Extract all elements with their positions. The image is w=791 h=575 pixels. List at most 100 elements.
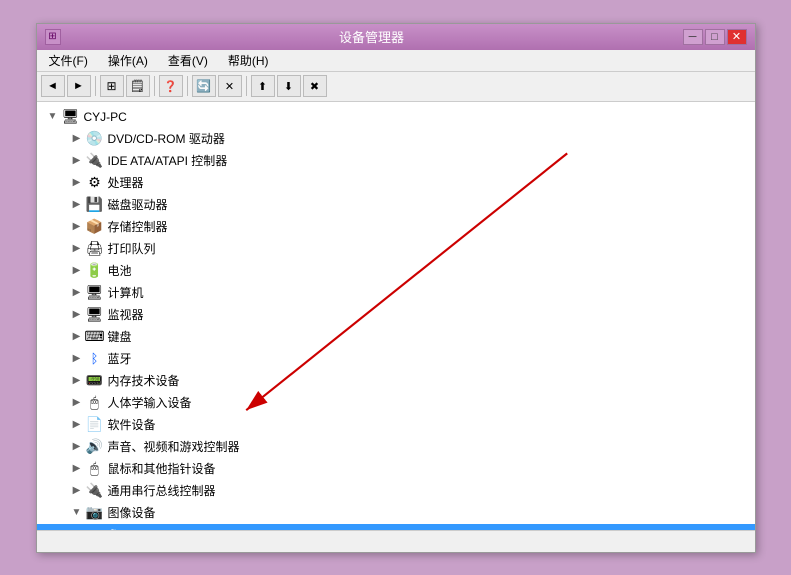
expand-icon[interactable]: ▶ (69, 395, 85, 411)
list-item[interactable]: ▶ 🖥 监视器 (37, 304, 755, 326)
audio-icon: 🔊 (85, 439, 105, 455)
item-label: IDE ATA/ATAPI 控制器 (108, 152, 228, 169)
item-label: 处理器 (108, 174, 144, 191)
properties-button[interactable]: ⊞ (100, 75, 124, 97)
computer-icon: 🖥 (61, 109, 81, 125)
item-label: 图像设备 (108, 504, 156, 521)
toolbar-sep-2 (154, 76, 155, 96)
expand-spacer (93, 527, 109, 530)
expand-icon[interactable]: ▶ (69, 373, 85, 389)
disable-button[interactable]: ✕ (218, 75, 242, 97)
list-item[interactable]: ▶ 🔋 电池 (37, 260, 755, 282)
computer-icon: 🖥 (85, 285, 105, 301)
expand-icon[interactable]: ▶ (69, 241, 85, 257)
list-item[interactable]: ▶ 🖱 人体学输入设备 (37, 392, 755, 414)
disk-icon: 💾 (85, 197, 105, 213)
expand-icon[interactable]: ▶ (69, 175, 85, 191)
list-item[interactable]: ▶ ⌨ 键盘 (37, 326, 755, 348)
list-item[interactable]: ▶ 🖨 打印队列 (37, 238, 755, 260)
root-label: CYJ-PC (84, 110, 127, 124)
minimize-button[interactable]: ─ (683, 29, 703, 45)
device-manager-window: ⊞ 设备管理器 ─ □ ✕ 文件(F) 操作(A) 查看(V) 帮助(H) ◄ … (36, 23, 756, 553)
mouse-icon: 🖱 (85, 461, 105, 477)
back-button[interactable]: ◄ (41, 75, 65, 97)
toolbar-sep-3 (187, 76, 188, 96)
expand-icon[interactable]: ▶ (69, 307, 85, 323)
integrated-camera-item[interactable]: 📷 Integrated Camera (37, 524, 755, 530)
item-label: 打印队列 (108, 240, 156, 257)
item-label: 人体学输入设备 (108, 394, 192, 411)
expand-icon[interactable]: ▶ (69, 351, 85, 367)
expand-icon[interactable]: ▶ (69, 263, 85, 279)
list-item[interactable]: ▶ 🔊 声音、视频和游戏控制器 (37, 436, 755, 458)
list-item[interactable]: ▶ 🔌 通用串行总线控制器 (37, 480, 755, 502)
cpu-icon: ⚙ (85, 175, 105, 191)
list-item[interactable]: ▶ 📦 存储控制器 (37, 216, 755, 238)
expand-icon[interactable]: ▶ (69, 439, 85, 455)
toolbar: ◄ ► ⊞ 🗒 ❓ 🔄 ✕ ⬆ ⬇ ✖ (37, 72, 755, 102)
window-controls: ─ □ ✕ (683, 29, 747, 45)
item-label: 通用串行总线控制器 (108, 482, 216, 499)
expand-icon[interactable]: ▶ (69, 131, 85, 147)
expand-icon[interactable]: ▶ (69, 219, 85, 235)
list-item[interactable]: ▶ 💿 DVD/CD-ROM 驱动器 (37, 128, 755, 150)
ide-icon: 🔌 (85, 153, 105, 169)
expand-icon[interactable]: ▼ (69, 505, 85, 521)
software-icon: 📄 (85, 417, 105, 433)
item-label: 声音、视频和游戏控制器 (108, 438, 240, 455)
list-item[interactable]: ▶ 💾 磁盘驱动器 (37, 194, 755, 216)
battery-icon: 🔋 (85, 263, 105, 279)
update-driver-button[interactable]: ⬆ (251, 75, 275, 97)
window-icon: ⊞ (45, 29, 61, 45)
toolbar-sep-4 (246, 76, 247, 96)
camera-icon: 📷 (109, 527, 129, 530)
dvd-icon: 💿 (85, 131, 105, 147)
window-title: 设备管理器 (61, 27, 683, 46)
expand-icon[interactable]: ▶ (69, 483, 85, 499)
item-label: 监视器 (108, 306, 144, 323)
expand-icon[interactable]: ▼ (45, 109, 61, 125)
list-item[interactable]: ▶ 📟 内存技术设备 (37, 370, 755, 392)
expand-icon[interactable]: ▶ (69, 197, 85, 213)
list-item[interactable]: ▶ 🔌 IDE ATA/ATAPI 控制器 (37, 150, 755, 172)
expand-icon[interactable]: ▶ (69, 285, 85, 301)
menu-view[interactable]: 查看(V) (160, 50, 216, 71)
status-bar (37, 530, 755, 552)
toolbar-sep-1 (95, 76, 96, 96)
item-label: 存储控制器 (108, 218, 168, 235)
menu-bar: 文件(F) 操作(A) 查看(V) 帮助(H) (37, 50, 755, 72)
menu-file[interactable]: 文件(F) (41, 50, 96, 71)
expand-icon[interactable]: ▶ (69, 153, 85, 169)
item-label: 内存技术设备 (108, 372, 180, 389)
item-label: 键盘 (108, 328, 132, 345)
list-item[interactable]: ▶ ⚙ 处理器 (37, 172, 755, 194)
device-tree[interactable]: ▼ 🖥 CYJ-PC ▶ 💿 DVD/CD-ROM 驱动器 ▶ 🔌 IDE AT… (37, 102, 755, 530)
expand-icon[interactable]: ▶ (69, 417, 85, 433)
menu-action[interactable]: 操作(A) (100, 50, 156, 71)
forward-button[interactable]: ► (67, 75, 91, 97)
monitor-icon: 🖥 (85, 307, 105, 323)
storage-icon: 📦 (85, 219, 105, 235)
usb-icon: 🔌 (85, 483, 105, 499)
camera-folder-icon: 📷 (85, 505, 105, 521)
close-button[interactable]: ✕ (727, 29, 747, 45)
list-item[interactable]: ▶ ᛒ 蓝牙 (37, 348, 755, 370)
memory-icon: 📟 (85, 373, 105, 389)
expand-icon[interactable]: ▶ (69, 461, 85, 477)
maximize-button[interactable]: □ (705, 29, 725, 45)
expand-icon[interactable]: ▶ (69, 329, 85, 345)
list-item[interactable]: ▶ 📄 软件设备 (37, 414, 755, 436)
toolbar-btn2[interactable]: 🗒 (126, 75, 150, 97)
tree-root[interactable]: ▼ 🖥 CYJ-PC (37, 106, 755, 128)
menu-help[interactable]: 帮助(H) (220, 50, 277, 71)
rollback-button[interactable]: ⬇ (277, 75, 301, 97)
imaging-device-parent[interactable]: ▼ 📷 图像设备 (37, 502, 755, 524)
item-label: 计算机 (108, 284, 144, 301)
uninstall-button[interactable]: ✖ (303, 75, 327, 97)
scan-button[interactable]: 🔄 (192, 75, 216, 97)
list-item[interactable]: ▶ 🖱 鼠标和其他指针设备 (37, 458, 755, 480)
help-button[interactable]: ❓ (159, 75, 183, 97)
integrated-camera-label: Integrated Camera (132, 528, 232, 530)
printer-icon: 🖨 (85, 241, 105, 257)
list-item[interactable]: ▶ 🖥 计算机 (37, 282, 755, 304)
